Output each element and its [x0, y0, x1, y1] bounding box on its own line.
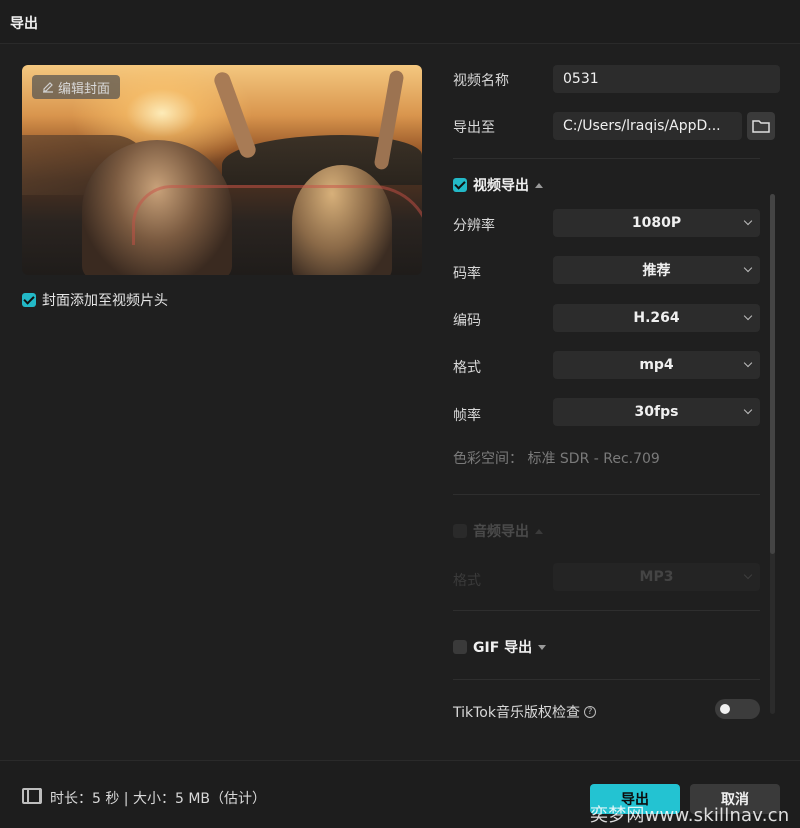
framerate-value: 30fps [634, 404, 679, 420]
collapse-caret-icon[interactable] [535, 528, 543, 534]
watermark: 奕梦网www.skillnav.cn [590, 805, 790, 826]
resolution-select[interactable]: 1080P [553, 209, 760, 237]
section-divider [453, 610, 760, 611]
audio-format-select[interactable]: MP3 [553, 563, 760, 591]
format-select[interactable]: mp4 [553, 351, 760, 379]
framerate-select[interactable]: 30fps [553, 398, 760, 426]
chevron-down-icon [743, 405, 753, 415]
film-icon [22, 788, 42, 804]
audio-format-label: 格式 [453, 573, 481, 589]
folder-icon [752, 120, 770, 133]
tiktok-check-toggle[interactable] [715, 699, 760, 719]
section-divider [453, 679, 760, 680]
scrollbar-thumb[interactable] [770, 194, 775, 554]
video-export-header[interactable]: 视频导出 [453, 175, 543, 195]
resolution-value: 1080P [631, 215, 682, 231]
tiktok-label: TikTok音乐版权检查 [453, 705, 580, 721]
format-label: 格式 [453, 360, 481, 376]
add-cover-to-head-option[interactable]: 封面添加至视频片头 [22, 290, 168, 310]
resolution-label: 分辨率 [453, 218, 495, 234]
collapse-caret-icon[interactable] [535, 182, 543, 188]
video-name-input[interactable]: 0531 [553, 65, 780, 93]
add-cover-label: 封面添加至视频片头 [42, 293, 168, 309]
browse-folder-button[interactable] [747, 112, 775, 140]
cover-preview: 编辑封面 [22, 65, 422, 275]
video-name-label: 视频名称 [453, 73, 509, 89]
export-dialog-body: 编辑封面 封面添加至视频片头 视频名称 0531 导出至 C:/Users/lr… [0, 44, 800, 760]
chevron-down-icon [743, 311, 753, 321]
toggle-knob [720, 704, 730, 714]
cover-scene-arm [212, 69, 258, 161]
edit-cover-label: 编辑封面 [58, 81, 111, 97]
chevron-down-icon [743, 216, 753, 226]
expand-caret-icon[interactable] [538, 644, 547, 650]
dialog-titlebar: 导出 [0, 0, 800, 44]
bitrate-select[interactable]: 推荐 [553, 256, 760, 284]
bitrate-value: 推荐 [642, 263, 671, 279]
edit-cover-button[interactable]: 编辑封面 [32, 75, 121, 99]
pencil-icon [43, 82, 53, 93]
video-export-checkbox[interactable] [453, 178, 467, 192]
bitrate-label: 码率 [453, 266, 481, 282]
chevron-down-icon [743, 570, 753, 580]
cover-scene-car [132, 185, 422, 245]
chevron-down-icon [743, 358, 753, 368]
dialog-title: 导出 [10, 16, 38, 32]
dialog-footer: 时长：5 秒 | 大小：5 MB（估计） 导出 取消 奕梦网www.skilln… [0, 760, 800, 828]
codec-value: H.264 [633, 310, 680, 326]
codec-select[interactable]: H.264 [553, 304, 760, 332]
audio-format-value: MP3 [639, 569, 674, 585]
export-path-input[interactable]: C:/Users/lraqis/AppD... [553, 112, 742, 140]
tiktok-copyright-check: TikTok音乐版权检查 ? [453, 702, 596, 722]
export-to-label: 导出至 [453, 120, 495, 136]
codec-label: 编码 [453, 313, 481, 329]
gif-export-checkbox[interactable] [453, 640, 467, 654]
chevron-down-icon [743, 263, 753, 273]
help-icon[interactable]: ? [583, 706, 596, 718]
format-value: mp4 [639, 357, 674, 373]
export-summary: 时长：5 秒 | 大小：5 MB（估计） [50, 791, 267, 807]
audio-export-checkbox[interactable] [453, 524, 467, 538]
section-divider [453, 494, 760, 495]
framerate-label: 帧率 [453, 408, 481, 424]
gif-export-title: GIF 导出 [473, 640, 533, 656]
add-cover-checkbox[interactable] [22, 293, 36, 307]
video-export-title: 视频导出 [473, 178, 529, 194]
gif-export-header[interactable]: GIF 导出 [453, 637, 547, 657]
audio-export-title: 音频导出 [473, 524, 529, 540]
section-divider [453, 158, 760, 159]
color-space-info: 色彩空间： 标准 SDR - Rec.709 [453, 451, 660, 467]
audio-export-header[interactable]: 音频导出 [453, 521, 543, 541]
